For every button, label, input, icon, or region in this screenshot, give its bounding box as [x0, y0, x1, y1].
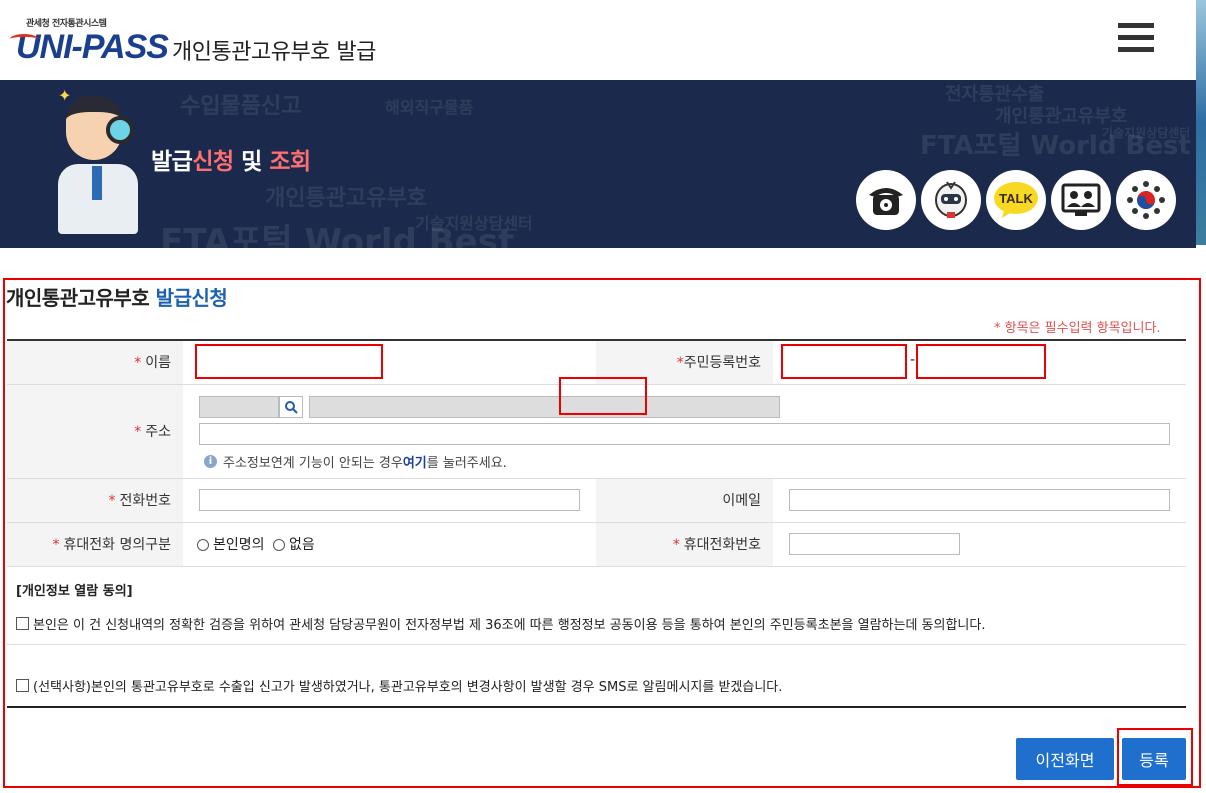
privacy-heading: [개인정보 열람 동의] [16, 584, 133, 599]
page: 관세청 전자통관시스템 UNI-PASS 개인통관고유부호 발급 수입물품신고 … [0, 0, 1206, 793]
logo-swoosh-icon [10, 34, 38, 44]
highlight-marker-box [559, 377, 647, 415]
search-icon [285, 401, 298, 414]
hamburger-menu-icon[interactable] [1118, 23, 1154, 53]
form-title: 개인통관고유부호 발급신청 [6, 286, 228, 310]
divider-bold [7, 706, 1186, 708]
watermark: 해외직구물품 [385, 98, 474, 117]
rrn-separator: - [910, 352, 916, 368]
back-button[interactable]: 이전화면 [1016, 738, 1114, 780]
banner-title: 발급신청 및 조회 [151, 149, 311, 175]
email-label: 이메일 [596, 478, 773, 523]
mobile-owner-cell: 본인명의 없음 [183, 522, 596, 567]
radio-none[interactable] [272, 539, 285, 551]
sparkle-icon: ✦ [58, 86, 72, 105]
mascot-icon[interactable] [921, 170, 981, 230]
info-icon: i [204, 455, 217, 468]
required-note: * 항목은 필수입력 항목입니다. [994, 321, 1161, 336]
sms-checkbox[interactable] [16, 679, 29, 692]
rrn-back-input[interactable] [916, 344, 1046, 379]
address-base-input[interactable] [309, 396, 780, 418]
radio-own-name-label: 본인명의 [213, 537, 265, 553]
logo-text: UNI-PASS [16, 28, 169, 66]
address-label: * 주소 [7, 384, 183, 479]
consent-row: 본인은 이 건 신청내역의 정확한 검증을 위하여 관세청 담당공무원이 전자정… [16, 614, 985, 633]
mascot-detective-illustration: ✦ [52, 86, 148, 242]
mobile-owner-label: * 휴대전화 명의구분 [7, 522, 183, 567]
address-info: i 주소정보연계 기능이 안되는 경우 여기 를 눌러주세요. [204, 452, 507, 471]
address-detail-input[interactable] [199, 423, 1170, 445]
consent-checkbox[interactable] [16, 617, 29, 630]
zipcode-input[interactable] [199, 396, 279, 418]
address-search-button[interactable] [279, 396, 303, 418]
mobile-label: * 휴대전화번호 [596, 522, 773, 567]
sms-row: (선택사항)본인의 통관고유부호로 수출입 신고가 발생하였거나, 통관고유부호… [16, 676, 782, 695]
mobile-input[interactable] [789, 533, 960, 555]
side-edge-image [1196, 0, 1206, 245]
radio-none-label: 없음 [288, 537, 315, 553]
name-label: * 이름 [7, 339, 183, 385]
rrn-front-input[interactable] [781, 344, 907, 379]
video-call-icon[interactable] [1051, 170, 1111, 230]
form-row-mobile: * 휴대전화 명의구분 본인명의 없음 * 휴대전화번호 [7, 522, 1186, 567]
uni-pass-logo[interactable]: UNI-PASS [10, 28, 169, 66]
watermark: 기술지원상담센터 [1102, 126, 1191, 140]
phone-label: * 전화번호 [7, 478, 183, 523]
address-help-link[interactable]: 여기 [403, 452, 427, 471]
phone-icon[interactable] [856, 170, 916, 230]
phone-input[interactable] [199, 489, 580, 511]
name-input[interactable] [195, 344, 383, 379]
watermark: 기술지원상담센터 [415, 214, 533, 233]
email-input[interactable] [789, 489, 1170, 511]
page-title: 개인통관고유부호 발급 [172, 40, 376, 65]
talk-icon[interactable]: TALK [986, 170, 1046, 230]
svg-text:TALK: TALK [999, 191, 1033, 206]
radio-own-name[interactable] [197, 539, 209, 551]
watermark: 개인통관고유부호 [265, 186, 427, 211]
submit-button[interactable]: 등록 [1122, 738, 1186, 780]
consent-text: 본인은 이 건 신청내역의 정확한 검증을 위하여 관세청 담당공무원이 전자정… [33, 618, 986, 633]
divider [7, 644, 1186, 645]
magnifier-icon [106, 116, 134, 144]
banner: 수입물품신고 해외직구물품 개인통관고유부호 FTA포털 World Best … [0, 80, 1196, 248]
sms-text: (선택사항)본인의 통관고유부호로 수출입 신고가 발생하였거나, 통관고유부호… [33, 680, 783, 695]
watermark: 수입물품신고 [180, 94, 302, 119]
government-emblem-icon[interactable] [1116, 170, 1176, 230]
header: 관세청 전자통관시스템 UNI-PASS 개인통관고유부호 발급 [0, 0, 1196, 80]
